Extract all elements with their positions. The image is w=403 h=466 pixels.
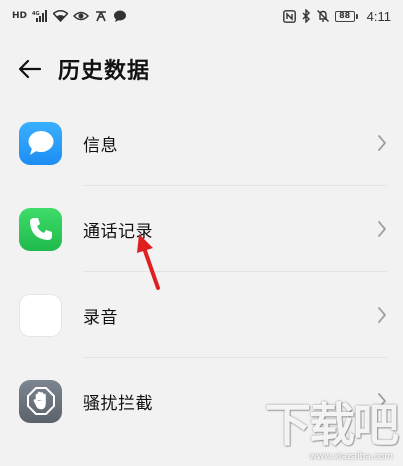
battery-level: 88	[334, 10, 355, 22]
item-label-call-log: 通话记录	[83, 221, 153, 242]
status-time: 4:11	[366, 8, 391, 24]
network-label: HD	[12, 10, 28, 21]
watermark: 下载吧 www.xiazaiba.com	[247, 398, 399, 462]
phone-icon	[19, 207, 62, 251]
message-bubble-icon	[19, 121, 62, 165]
list-item-messages[interactable]: 信息	[0, 100, 403, 186]
page-title: 历史数据	[58, 59, 151, 84]
app-bar: 历史数据	[0, 46, 403, 92]
nfc-icon	[282, 9, 296, 23]
chat-icon	[113, 10, 127, 22]
signal-icon: 4G	[32, 10, 48, 22]
mute-icon	[316, 9, 330, 23]
item-label-harassment-block: 骚扰拦截	[83, 393, 153, 414]
chevron-right-icon	[378, 135, 386, 151]
bluetooth-icon	[301, 9, 311, 23]
item-label-messages: 信息	[83, 135, 118, 156]
list-item-recordings[interactable]: 录音	[0, 272, 403, 358]
chevron-right-icon	[378, 221, 386, 237]
status-bar: HD 4G 88 4:11	[0, 0, 403, 32]
watermark-logo: 下载吧	[265, 398, 399, 452]
list-item-call-log[interactable]: 通话记录	[0, 186, 403, 272]
back-button[interactable]	[2, 46, 58, 92]
watermark-url: www.xiazaiba.com	[309, 452, 393, 462]
item-label-recordings: 录音	[83, 307, 118, 328]
history-list: 信息 通话记录 录音 骚扰拦截	[0, 100, 403, 444]
wifi-icon	[53, 10, 69, 22]
hand-block-icon	[19, 379, 62, 423]
status-left: HD 4G	[12, 10, 127, 22]
signal-type-text: 4G	[32, 11, 40, 17]
battery-icon: 88	[334, 10, 358, 22]
eye-icon	[73, 10, 90, 22]
translate-icon	[94, 10, 108, 22]
audio-wave-icon	[19, 293, 62, 337]
chevron-right-icon	[378, 307, 386, 323]
status-right: 88 4:11	[282, 8, 391, 24]
arrow-left-icon	[18, 59, 42, 79]
